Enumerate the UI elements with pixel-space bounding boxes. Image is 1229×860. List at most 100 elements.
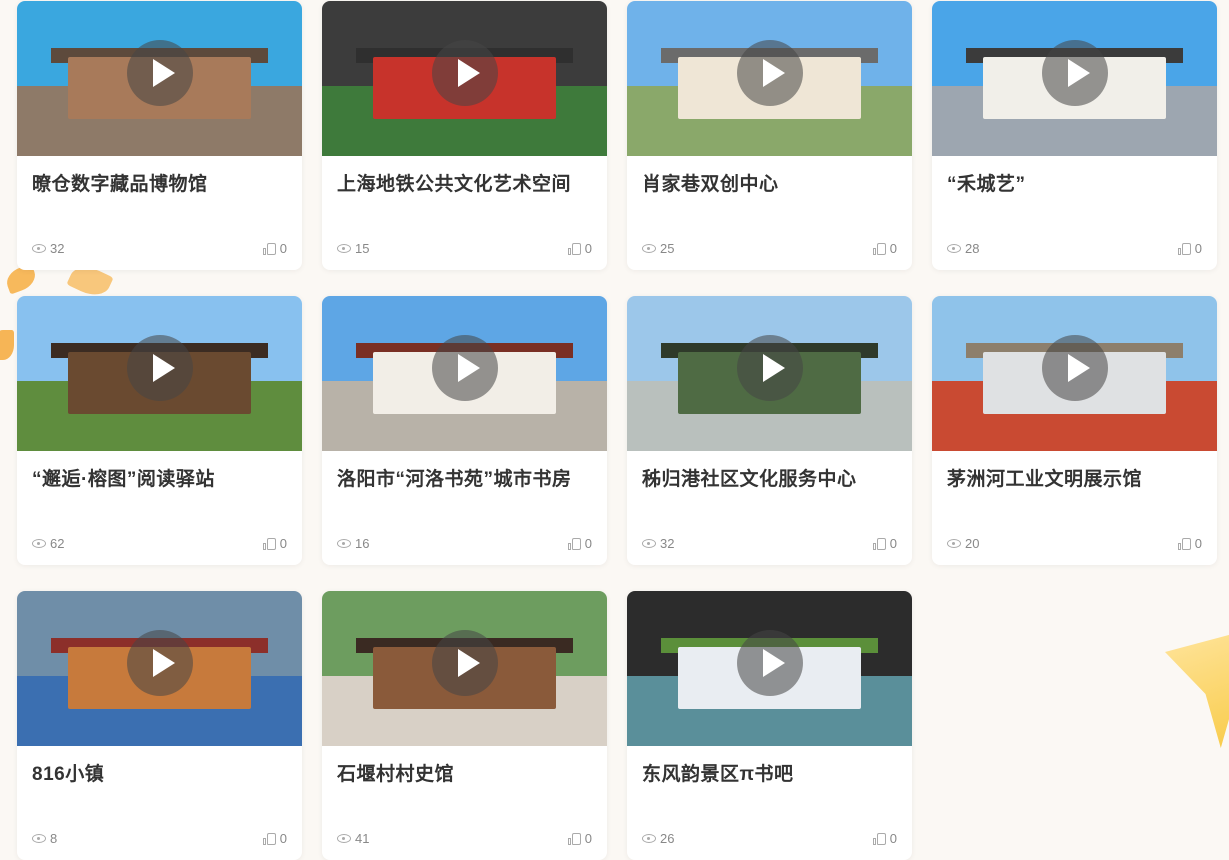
like-button[interactable]: 0: [872, 241, 897, 256]
venue-title[interactable]: 816小镇: [32, 759, 287, 786]
venue-title[interactable]: 茅洲河工业文明展示馆: [947, 464, 1202, 491]
view-count: 28: [947, 241, 979, 256]
thumbs-up-icon: [1177, 537, 1191, 550]
like-button[interactable]: 0: [872, 536, 897, 551]
thumbs-up-icon: [567, 242, 581, 255]
eye-icon: [337, 244, 351, 253]
venue-card[interactable]: 秭归港社区文化服务中心 32 0: [627, 296, 912, 565]
view-count: 41: [337, 831, 369, 846]
venue-title[interactable]: 东风韵景区π书吧: [642, 759, 897, 786]
like-button[interactable]: 0: [262, 831, 287, 846]
play-icon[interactable]: [126, 39, 193, 106]
venue-card[interactable]: 上海地铁公共文化艺术空间 15 0: [322, 1, 607, 270]
play-icon[interactable]: [126, 629, 193, 696]
venue-title[interactable]: 石堰村村史馆: [337, 759, 592, 786]
eye-icon: [947, 244, 961, 253]
card-meta: 62 0: [32, 536, 287, 552]
venue-card[interactable]: 暸仓数字藏品博物馆 32 0: [17, 1, 302, 270]
venue-card[interactable]: 洛阳市“河洛书苑”城市书房 16 0: [322, 296, 607, 565]
venue-card[interactable]: 肖家巷双创中心 25 0: [627, 1, 912, 270]
card-meta: 32 0: [642, 536, 897, 552]
decorative-leaf: [0, 330, 14, 360]
eye-icon: [32, 539, 46, 548]
venue-card-grid: 暸仓数字藏品博物馆 32 0 上海地铁公共文化艺术空间 15 0 肖家巷双创中心…: [17, 1, 1217, 860]
venue-title[interactable]: 上海地铁公共文化艺术空间: [337, 169, 592, 196]
like-button[interactable]: 0: [1177, 241, 1202, 256]
venue-thumbnail[interactable]: [17, 296, 302, 451]
play-icon[interactable]: [431, 334, 498, 401]
venue-title[interactable]: 秭归港社区文化服务中心: [642, 464, 897, 491]
venue-title[interactable]: “邂逅·榕图”阅读驿站: [32, 464, 287, 491]
play-icon[interactable]: [1041, 39, 1108, 106]
view-count-value: 32: [660, 536, 675, 551]
venue-card[interactable]: 816小镇 8 0: [17, 591, 302, 860]
like-button[interactable]: 0: [1177, 536, 1202, 551]
play-icon[interactable]: [431, 39, 498, 106]
venue-thumbnail[interactable]: [322, 296, 607, 451]
card-meta: 32 0: [32, 241, 287, 257]
view-count: 8: [32, 831, 57, 846]
play-icon[interactable]: [736, 334, 803, 401]
view-count-value: 62: [50, 536, 65, 551]
venue-thumbnail[interactable]: [627, 296, 912, 451]
like-button[interactable]: 0: [567, 536, 592, 551]
like-button[interactable]: 0: [567, 831, 592, 846]
venue-title[interactable]: 洛阳市“河洛书苑”城市书房: [337, 464, 592, 491]
thumbs-up-icon: [262, 832, 276, 845]
like-count-value: 0: [279, 241, 287, 256]
venue-thumbnail[interactable]: [322, 1, 607, 156]
play-icon[interactable]: [736, 39, 803, 106]
venue-card[interactable]: 东风韵景区π书吧 26 0: [627, 591, 912, 860]
venue-thumbnail[interactable]: [17, 1, 302, 156]
like-button[interactable]: 0: [872, 831, 897, 846]
like-button[interactable]: 0: [262, 241, 287, 256]
play-icon[interactable]: [1041, 334, 1108, 401]
thumbs-up-icon: [567, 832, 581, 845]
like-count-value: 0: [584, 831, 592, 846]
venue-title[interactable]: 暸仓数字藏品博物馆: [32, 169, 287, 196]
venue-thumbnail[interactable]: [17, 591, 302, 746]
eye-icon: [947, 539, 961, 548]
play-icon[interactable]: [736, 629, 803, 696]
play-icon[interactable]: [431, 629, 498, 696]
thumbs-up-icon: [1177, 242, 1191, 255]
venue-thumbnail[interactable]: [627, 1, 912, 156]
eye-icon: [32, 244, 46, 253]
card-meta: 15 0: [337, 241, 592, 257]
venue-thumbnail[interactable]: [627, 591, 912, 746]
eye-icon: [642, 244, 656, 253]
venue-card[interactable]: “禾城艺” 28 0: [932, 1, 1217, 270]
like-button[interactable]: 0: [262, 536, 287, 551]
card-meta: 28 0: [947, 241, 1202, 257]
view-count-value: 15: [355, 241, 370, 256]
thumbs-up-icon: [872, 832, 886, 845]
view-count-value: 16: [355, 536, 370, 551]
view-count: 16: [337, 536, 369, 551]
play-icon[interactable]: [126, 334, 193, 401]
card-meta: 25 0: [642, 241, 897, 257]
eye-icon: [642, 539, 656, 548]
like-button[interactable]: 0: [567, 241, 592, 256]
card-meta: 41 0: [337, 831, 592, 847]
thumbs-up-icon: [262, 242, 276, 255]
like-count-value: 0: [889, 536, 897, 551]
eye-icon: [337, 834, 351, 843]
card-meta: 16 0: [337, 536, 592, 552]
thumbs-up-icon: [262, 537, 276, 550]
view-count-value: 41: [355, 831, 370, 846]
like-count-value: 0: [889, 831, 897, 846]
venue-card[interactable]: 石堰村村史馆 41 0: [322, 591, 607, 860]
card-meta: 20 0: [947, 536, 1202, 552]
venue-thumbnail[interactable]: [322, 591, 607, 746]
view-count: 15: [337, 241, 369, 256]
venue-thumbnail[interactable]: [932, 1, 1217, 156]
venue-title[interactable]: “禾城艺”: [947, 169, 1202, 196]
venue-thumbnail[interactable]: [932, 296, 1217, 451]
venue-card[interactable]: 茅洲河工业文明展示馆 20 0: [932, 296, 1217, 565]
view-count: 20: [947, 536, 979, 551]
venue-title[interactable]: 肖家巷双创中心: [642, 169, 897, 196]
venue-card[interactable]: “邂逅·榕图”阅读驿站 62 0: [17, 296, 302, 565]
view-count: 25: [642, 241, 674, 256]
eye-icon: [642, 834, 656, 843]
eye-icon: [32, 834, 46, 843]
